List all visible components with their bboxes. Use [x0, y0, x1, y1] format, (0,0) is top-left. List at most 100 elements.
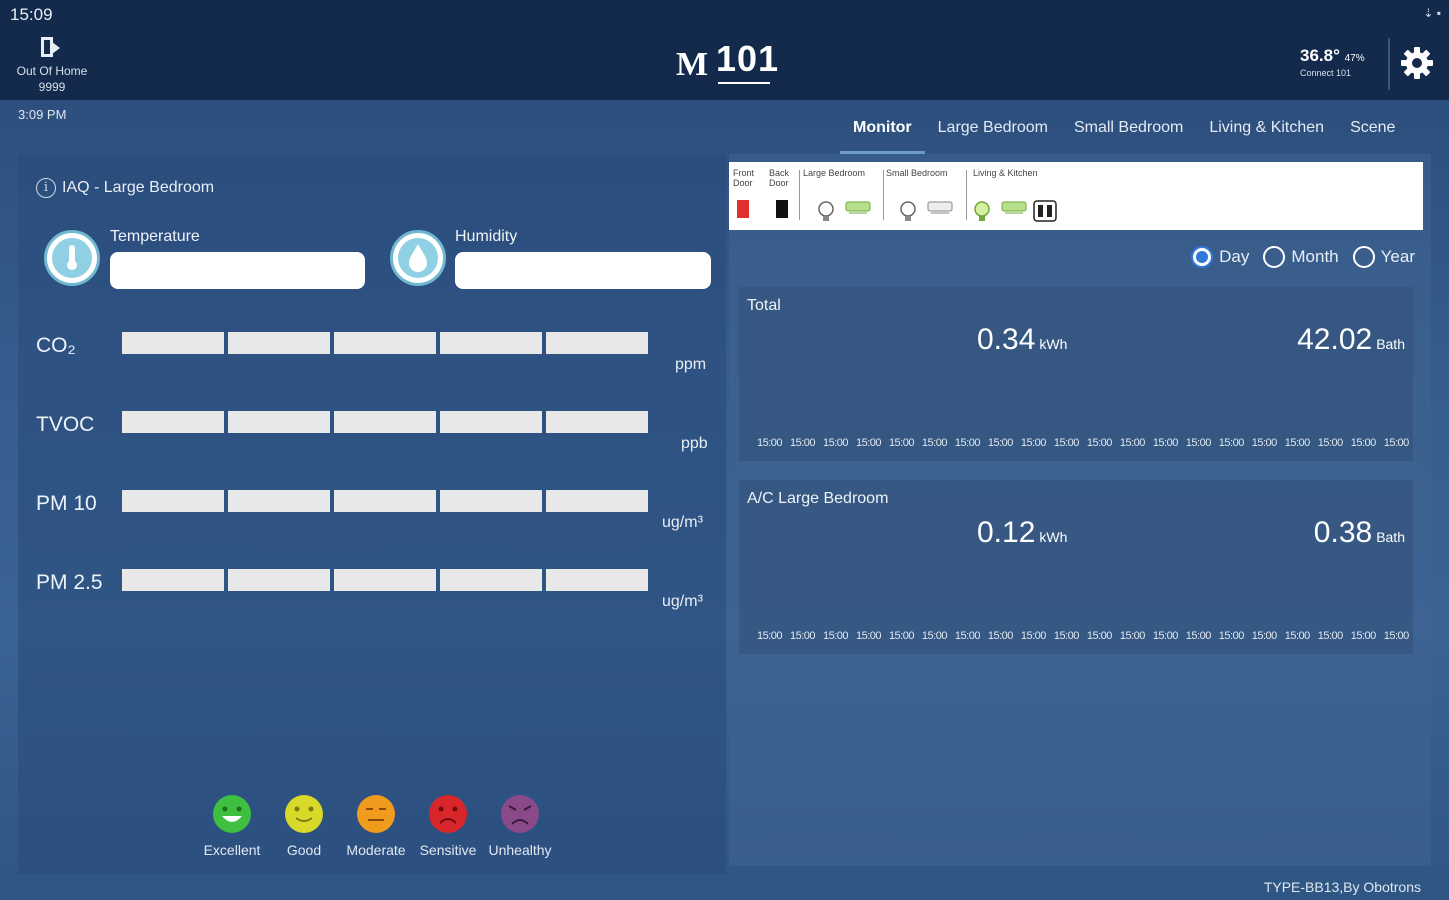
axis-tick-label: 15:00	[954, 437, 981, 449]
meter-segment	[334, 411, 436, 433]
clock-label: 3:09 PM	[18, 107, 67, 122]
bath-unit: Bath	[1376, 529, 1405, 545]
iaq-panel: i IAQ - Large Bedroom Temperature Humidi…	[18, 154, 726, 874]
legend-excellent: Excellent	[196, 794, 268, 858]
axis-tick-label: 15:00	[789, 630, 816, 642]
info-icon[interactable]: i	[36, 178, 56, 198]
legend-moderate: Moderate	[340, 794, 412, 858]
period-year[interactable]: Year	[1352, 246, 1415, 268]
tab-large-bedroom[interactable]: Large Bedroom	[925, 112, 1061, 154]
curtain-icon[interactable]	[1033, 200, 1057, 222]
bath-unit: Bath	[1376, 336, 1405, 352]
logo-number: 101	[716, 38, 780, 79]
weather-temperature: 36.8° 47%	[1300, 46, 1382, 66]
tab-small-bedroom[interactable]: Small Bedroom	[1061, 112, 1196, 154]
meter-segment	[122, 569, 224, 591]
axis-tick-label: 15:00	[1383, 437, 1410, 449]
energy-card-title: Total	[747, 297, 781, 314]
thermometer-icon	[44, 230, 100, 286]
footer-credit: TYPE-BB13,By Obotrons	[1263, 879, 1421, 895]
tab-scene[interactable]: Scene	[1337, 112, 1408, 154]
co2-unit: ppm	[675, 356, 707, 373]
pm10-meter	[122, 490, 648, 512]
axis-tick-label: 15:00	[1284, 437, 1311, 449]
co2-meter	[122, 332, 648, 354]
radio-button[interactable]	[1263, 246, 1286, 268]
axis-tick-label: 15:00	[888, 437, 915, 449]
time-axis: 15:00 15:00 15:00 15:00 15:00 15:00 15:00 15:00…	[757, 630, 1409, 642]
humidity-icon	[390, 230, 446, 286]
period-label: Year	[1380, 247, 1415, 266]
front-door-icon[interactable]	[736, 200, 750, 218]
legend-label: Excellent	[203, 842, 261, 858]
humidity-label: Humidity	[455, 228, 518, 245]
pm25-meter	[122, 569, 648, 591]
home-status-code: 9999	[38, 80, 66, 94]
good-face-icon	[285, 795, 323, 833]
device-group-living-kitchen: Living & Kitchen	[973, 168, 1038, 178]
air-quality-legend: Excellent Good Moderate Sensitive Unheal…	[196, 794, 556, 858]
energy-card-title: A/C Large Bedroom	[747, 490, 889, 507]
header-divider	[1388, 38, 1390, 90]
meter-segment	[440, 411, 542, 433]
axis-tick-label: 15:00	[1251, 437, 1278, 449]
light-bulb-icon[interactable]	[971, 200, 993, 222]
axis-tick-label: 15:00	[1119, 630, 1146, 642]
axis-tick-label: 15:00	[1152, 437, 1179, 449]
axis-tick-label: 15:00	[1152, 630, 1179, 642]
axis-tick-label: 15:00	[1185, 437, 1212, 449]
axis-tick-label: 15:00	[987, 437, 1014, 449]
radio-button[interactable]	[1352, 246, 1375, 268]
axis-tick-label: 15:00	[1350, 630, 1377, 642]
air-conditioner-icon[interactable]	[845, 200, 871, 216]
status-bar: 15:09 ⇣ ▪	[0, 0, 1449, 28]
tab-living-kitchen[interactable]: Living & Kitchen	[1196, 112, 1337, 154]
unhealthy-face-icon	[501, 795, 539, 833]
meter-segment	[334, 332, 436, 354]
meter-segment	[228, 332, 330, 354]
status-time: 15:09	[10, 5, 53, 24]
axis-tick-label: 15:00	[921, 630, 948, 642]
air-conditioner-icon[interactable]	[927, 200, 953, 216]
radio-button[interactable]	[1191, 246, 1214, 268]
axis-tick-label: 15:00	[1317, 437, 1344, 449]
gear-icon[interactable]	[1400, 46, 1434, 80]
legend-good: Good	[268, 794, 340, 858]
period-day[interactable]: Day	[1191, 246, 1249, 268]
light-bulb-icon[interactable]	[897, 200, 919, 222]
back-door-icon[interactable]	[775, 200, 789, 218]
home-mode-icon[interactable]	[38, 34, 64, 60]
light-bulb-icon[interactable]	[815, 200, 837, 222]
pm10-label: PM 10	[36, 492, 97, 515]
excellent-face-icon	[213, 795, 251, 833]
pm25-unit: ug/m³	[662, 593, 703, 610]
kwh-unit: kWh	[1039, 336, 1068, 352]
energy-kwh: 0.34 kWh	[977, 323, 1067, 357]
legend-label: Good	[286, 842, 322, 858]
meter-segment	[440, 569, 542, 591]
axis-tick-label: 15:00	[757, 437, 783, 449]
axis-tick-label: 15:00	[1383, 630, 1410, 642]
period-month[interactable]: Month	[1263, 246, 1339, 268]
divider	[966, 170, 967, 220]
air-conditioner-icon[interactable]	[1001, 200, 1027, 216]
divider	[799, 170, 800, 220]
meter-segment	[228, 490, 330, 512]
status-icons: ⇣ ▪	[1423, 6, 1441, 20]
axis-tick-label: 15:00	[1086, 437, 1113, 449]
legend-label: Unhealthy	[488, 842, 552, 858]
meter-segment	[334, 569, 436, 591]
temperature-label: Temperature	[110, 228, 200, 245]
meter-segment	[334, 490, 436, 512]
axis-tick-label: 15:00	[1218, 630, 1245, 642]
meter-segment	[440, 332, 542, 354]
axis-tick-label: 15:00	[855, 630, 882, 642]
tab-monitor[interactable]: Monitor	[840, 112, 925, 154]
axis-tick-label: 15:00	[1185, 630, 1212, 642]
axis-tick-label: 15:00	[1251, 630, 1278, 642]
weather-subtitle: Connect 101	[1300, 68, 1352, 78]
bath-value: 0.38	[1313, 516, 1373, 549]
meter-segment	[546, 569, 648, 591]
meter-segment	[122, 411, 224, 433]
bath-value: 42.02	[1297, 323, 1373, 356]
